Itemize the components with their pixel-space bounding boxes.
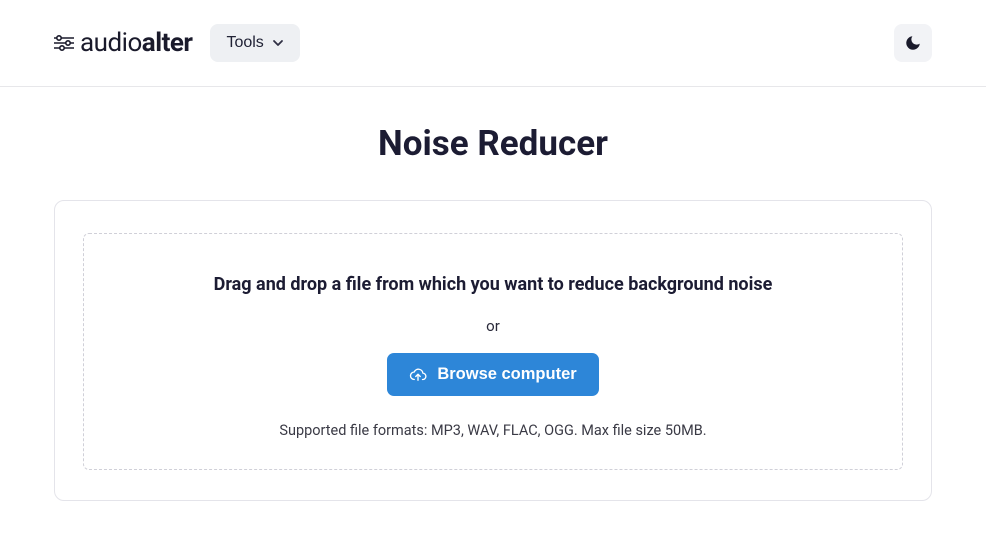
page-title: Noise Reducer bbox=[54, 123, 932, 164]
chevron-down-icon bbox=[272, 37, 284, 49]
or-separator: or bbox=[108, 317, 878, 335]
cloud-upload-icon bbox=[409, 366, 427, 384]
topbar: audioalter Tools bbox=[0, 0, 986, 87]
topbar-left: audioalter Tools bbox=[54, 24, 300, 62]
sliders-icon bbox=[54, 35, 74, 51]
dark-mode-toggle[interactable] bbox=[894, 24, 932, 62]
brand-logo[interactable]: audioalter bbox=[54, 28, 192, 58]
moon-icon bbox=[904, 34, 922, 52]
tools-label: Tools bbox=[226, 34, 263, 52]
dropzone[interactable]: Drag and drop a file from which you want… bbox=[83, 233, 903, 470]
upload-card: Drag and drop a file from which you want… bbox=[54, 200, 932, 501]
browse-label: Browse computer bbox=[437, 365, 576, 384]
brand-text: audioalter bbox=[80, 28, 192, 58]
drop-instruction: Drag and drop a file from which you want… bbox=[108, 274, 878, 295]
browse-button[interactable]: Browse computer bbox=[387, 353, 598, 396]
supported-formats: Supported file formats: MP3, WAV, FLAC, … bbox=[108, 422, 878, 439]
tools-dropdown[interactable]: Tools bbox=[210, 24, 299, 62]
main: Noise Reducer Drag and drop a file from … bbox=[0, 87, 986, 501]
